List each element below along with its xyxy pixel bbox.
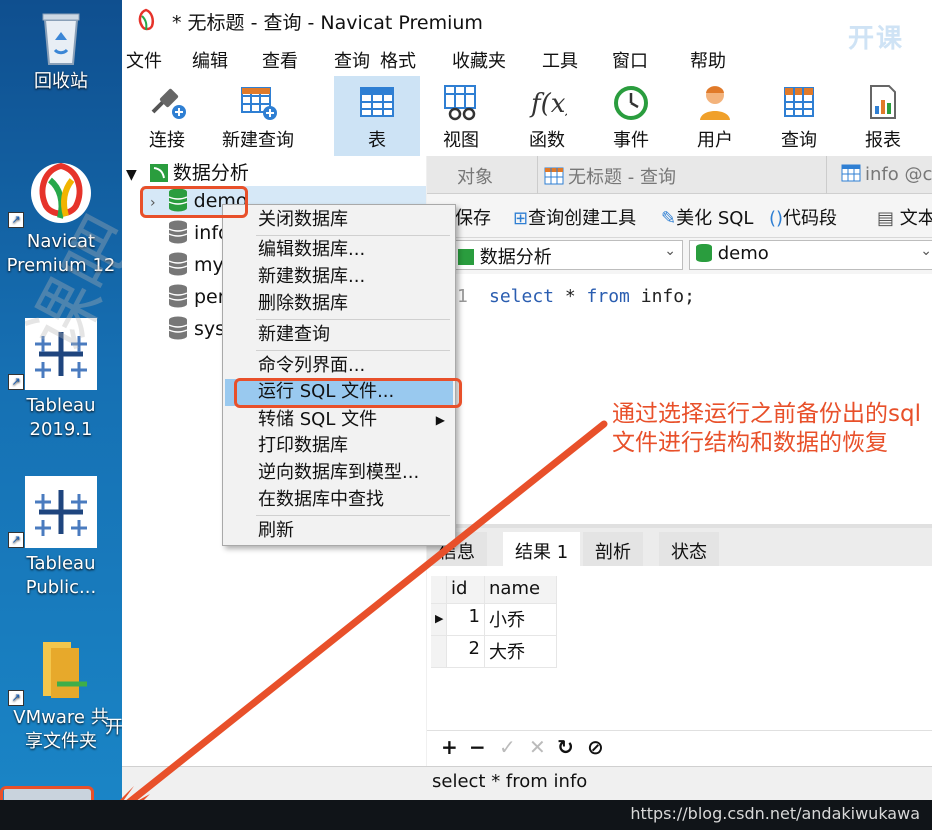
watermark-url: https://blog.csdn.net/andakiwukawa bbox=[630, 804, 920, 823]
annotation-note: 通过选择运行之前备份出的sql文件进行结构和数据的恢复 bbox=[612, 401, 921, 456]
taskbar: https://blog.csdn.net/andakiwukawa bbox=[0, 800, 932, 830]
watermark-logo: 开课 bbox=[848, 24, 905, 54]
